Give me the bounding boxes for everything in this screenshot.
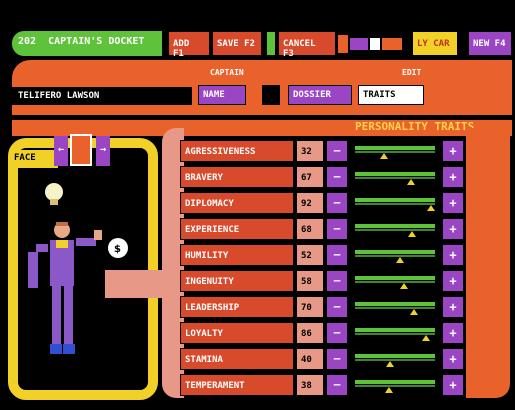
- trait-slider-marker[interactable]: [426, 205, 435, 211]
- trait-decrease-button[interactable]: —: [326, 296, 348, 318]
- cancel-button[interactable]: CANCEL F3: [278, 31, 336, 59]
- trait-decrease-button[interactable]: —: [326, 322, 348, 344]
- trait-label: LEADERSHIP: [180, 296, 294, 318]
- face-label: FACE: [14, 153, 36, 163]
- trait-decrease-button[interactable]: —: [326, 166, 348, 188]
- trait-value: 68: [296, 218, 324, 240]
- trait-decrease-button[interactable]: —: [326, 270, 348, 292]
- trait-value: 92: [296, 192, 324, 214]
- save-button[interactable]: SAVE F2: [212, 31, 262, 56]
- trait-decrease-button[interactable]: —: [326, 192, 348, 214]
- traits-button[interactable]: TRAITS: [358, 85, 424, 105]
- trait-decrease-button[interactable]: —: [326, 244, 348, 266]
- trait-increase-button[interactable]: +: [442, 296, 464, 318]
- svg-text:$: $: [114, 244, 121, 255]
- trait-slider-marker[interactable]: [422, 335, 431, 341]
- trait-slider-marker[interactable]: [409, 309, 418, 315]
- new-button[interactable]: NEW F4: [468, 31, 512, 56]
- divider-block-2: [262, 85, 280, 105]
- trait-slider-marker[interactable]: [400, 283, 409, 289]
- trait-value: 38: [296, 374, 324, 396]
- trait-slider-marker[interactable]: [379, 153, 388, 159]
- trait-decrease-button[interactable]: —: [326, 374, 348, 396]
- trait-label: BRAVERY: [180, 166, 294, 188]
- trait-slider[interactable]: [350, 218, 440, 240]
- trait-decrease-button[interactable]: —: [326, 218, 348, 240]
- trait-increase-button[interactable]: +: [442, 218, 464, 240]
- face-thumbnail: [70, 134, 92, 166]
- trait-slider[interactable]: [350, 192, 440, 214]
- trait-slider[interactable]: [350, 374, 440, 396]
- dossier-button[interactable]: DOSSIER: [288, 85, 352, 105]
- trait-label: LOYALTY: [180, 322, 294, 344]
- trait-increase-button[interactable]: +: [442, 322, 464, 344]
- trait-label: AGRESSIVENESS: [180, 140, 294, 162]
- trait-slider[interactable]: [350, 270, 440, 292]
- divider-block: [266, 31, 276, 56]
- traits-right-frame: [466, 128, 510, 398]
- trait-slider-marker[interactable]: [384, 387, 393, 393]
- trait-slider-marker[interactable]: [407, 179, 416, 185]
- trait-increase-button[interactable]: +: [442, 192, 464, 214]
- trait-slider-marker[interactable]: [408, 231, 417, 237]
- trait-value: 52: [296, 244, 324, 266]
- trait-slider[interactable]: [350, 322, 440, 344]
- trait-decrease-button[interactable]: —: [326, 348, 348, 370]
- trait-slider[interactable]: [350, 166, 440, 188]
- personality-traits-title: PERSONALITY TRAITS: [355, 120, 475, 133]
- trait-increase-button[interactable]: +: [442, 166, 464, 188]
- trait-slider[interactable]: [350, 140, 440, 162]
- trait-value: 32: [296, 140, 324, 162]
- trait-slider[interactable]: [350, 348, 440, 370]
- captain-section-label: CAPTAIN: [210, 68, 244, 77]
- trait-label: TEMPERAMENT: [180, 374, 294, 396]
- trait-increase-button[interactable]: +: [442, 374, 464, 396]
- trait-increase-button[interactable]: +: [442, 348, 464, 370]
- trait-value: 86: [296, 322, 324, 344]
- trait-label: EXPERIENCE: [180, 218, 294, 240]
- trait-label: HUMILITY: [180, 244, 294, 266]
- add-button[interactable]: ADD F1: [168, 31, 210, 59]
- trait-increase-button[interactable]: +: [442, 270, 464, 292]
- trait-slider-marker[interactable]: [395, 257, 404, 263]
- trait-value: 67: [296, 166, 324, 188]
- trait-label: STAMINA: [180, 348, 294, 370]
- trait-slider[interactable]: [350, 244, 440, 266]
- lcars-blocks: [338, 35, 408, 53]
- trait-label: DIPLOMACY: [180, 192, 294, 214]
- trait-increase-button[interactable]: +: [442, 244, 464, 266]
- edit-section-label: EDIT: [402, 68, 422, 77]
- trait-decrease-button[interactable]: —: [326, 140, 348, 162]
- face-next-button[interactable]: →: [96, 136, 110, 166]
- name-button[interactable]: NAME: [198, 85, 246, 105]
- trait-slider[interactable]: [350, 296, 440, 318]
- face-prev-button[interactable]: ←: [54, 136, 68, 166]
- trait-slider-marker[interactable]: [386, 361, 395, 367]
- trait-value: 40: [296, 348, 324, 370]
- trait-increase-button[interactable]: +: [442, 140, 464, 162]
- trait-label: INGENUITY: [180, 270, 294, 292]
- captain-name: TELIFERO LAWSON: [12, 87, 192, 105]
- trait-value: 70: [296, 296, 324, 318]
- screen-title: 202 CAPTAIN'S DOCKET: [18, 36, 145, 47]
- trait-value: 58: [296, 270, 324, 292]
- lcar-button[interactable]: LY CAR: [412, 31, 458, 56]
